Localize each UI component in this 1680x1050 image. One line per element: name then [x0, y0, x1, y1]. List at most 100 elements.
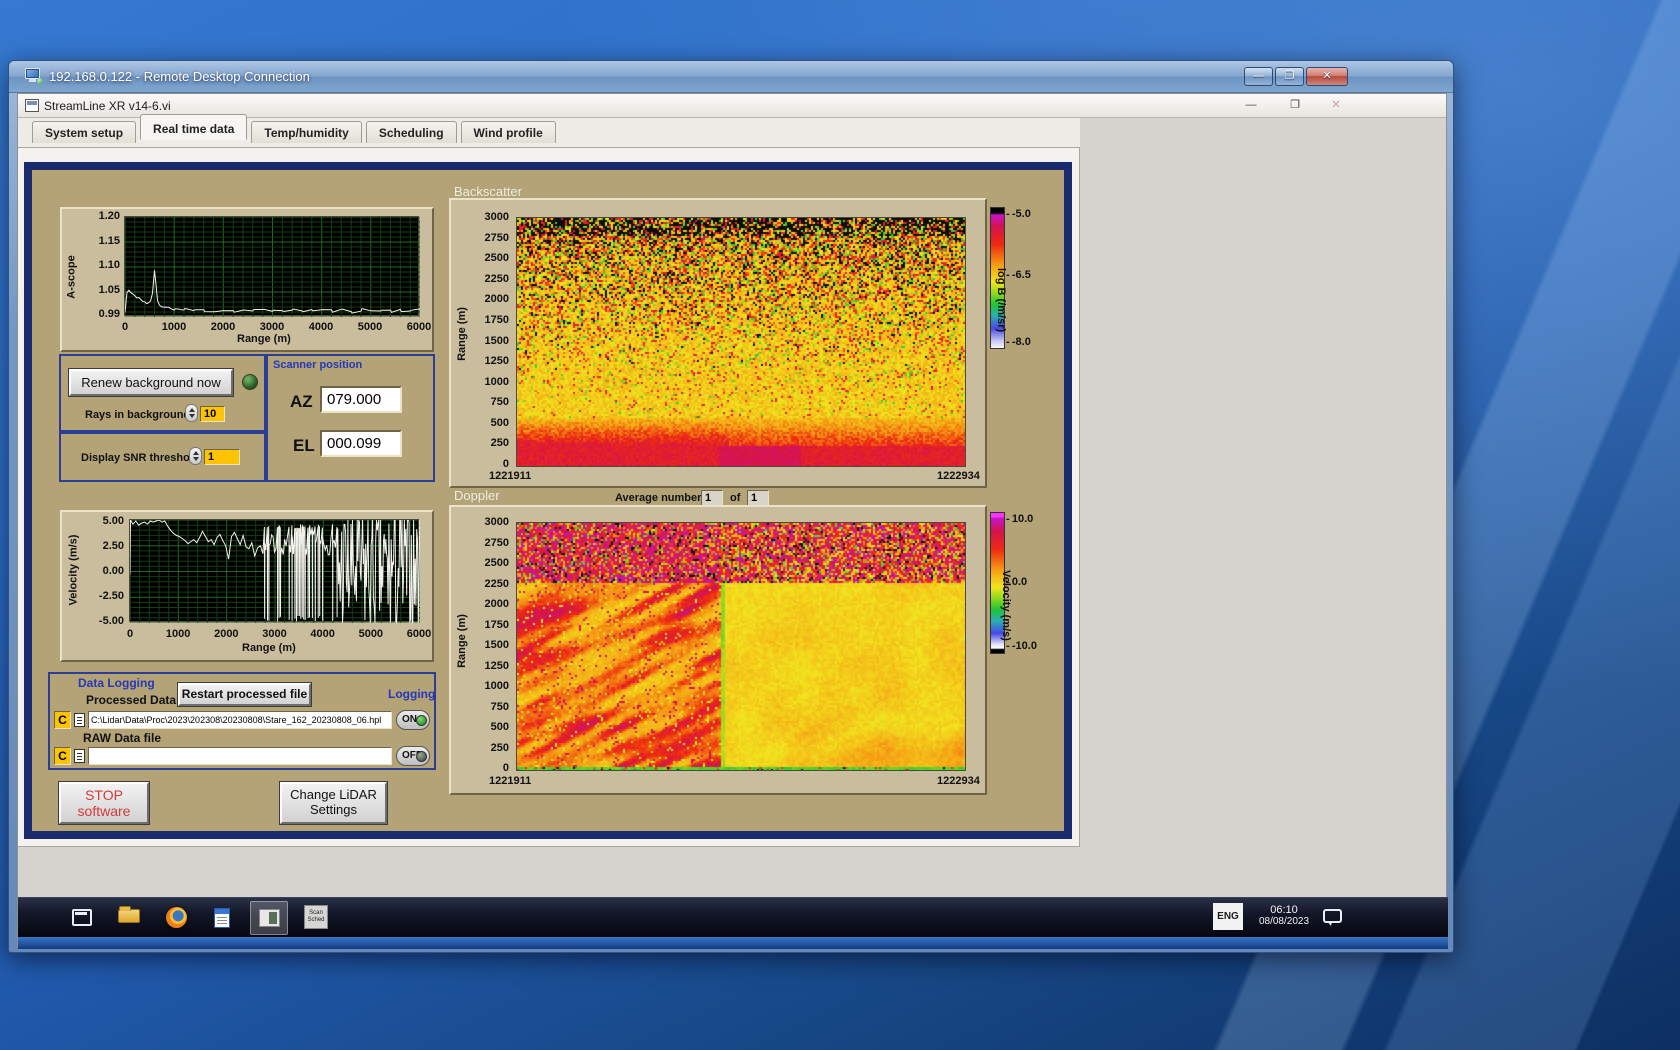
tick-label: 3000: [484, 211, 509, 223]
app-close-button[interactable]: ✕: [1321, 97, 1351, 114]
renew-background-label: Renew background now: [81, 375, 221, 390]
task-view-icon[interactable]: [72, 909, 92, 926]
tick-label: 0.00: [102, 565, 124, 577]
az-value: 079.000: [327, 391, 382, 408]
tick-label: 2250: [484, 577, 509, 590]
raw-drive-button[interactable]: C: [54, 747, 71, 765]
tabpage-real-time-data: A-scope 1.20 1.15 1.10 1.05 0.99 0 1000 2000 30…: [18, 148, 1080, 847]
app-minimize-button[interactable]: —: [1236, 97, 1266, 114]
rdp-maximize-button[interactable]: ❐: [1275, 67, 1304, 86]
tab-scheduling[interactable]: Scheduling: [365, 121, 457, 143]
raw-data-file-label: RAW Data file: [83, 731, 162, 745]
language-indicator[interactable]: ENG: [1213, 903, 1243, 930]
rdp-computer-icon: [25, 68, 43, 84]
notification-icon[interactable]: [1323, 909, 1342, 926]
tick-label: 1000: [161, 321, 187, 333]
restart-processed-file-label: Restart processed file: [181, 687, 308, 701]
raw-browse-icon[interactable]: [74, 749, 85, 763]
tick-label: 4000: [310, 628, 335, 640]
change-lidar-settings-button[interactable]: Change LiDAR Settings: [279, 781, 388, 825]
colorbar-tick: - -10.0: [1006, 640, 1037, 652]
maximize-icon: ❐: [1284, 70, 1295, 82]
tick-label: 2.50: [102, 540, 124, 552]
tick-label: 2000: [214, 628, 239, 640]
rays-in-background-label: Rays in background: [85, 409, 191, 421]
rdp-close-button[interactable]: ✕: [1306, 67, 1348, 86]
tick-label: 3000: [262, 628, 287, 640]
scan-scheduler-icon[interactable]: Scan Sched: [304, 905, 328, 929]
el-value: 000.099: [327, 435, 382, 452]
backscatter-x-left: 1221911: [489, 470, 532, 482]
rdp-minimize-button[interactable]: —: [1244, 67, 1273, 86]
velocity-graph-bezel: Velocity (m/s) 5.00 2.50 0.00 -2.50 -5.00 0 1…: [60, 510, 434, 662]
processed-logging-toggle[interactable]: ON: [396, 710, 430, 730]
rays-value: 10: [204, 408, 217, 420]
tick-label: 1000: [484, 375, 509, 388]
doppler-heatmap: [516, 522, 966, 771]
az-value-field[interactable]: 079.000: [320, 386, 402, 413]
background-group: Renew background now Rays in background …: [59, 354, 266, 432]
minimize-icon: —: [1253, 70, 1264, 82]
processed-path-field[interactable]: C:\Lidar\Data\Proc\2023\202308\20230808\…: [88, 711, 392, 729]
taskbar-clock[interactable]: 06:10 08/08/2023: [1251, 904, 1317, 927]
tick-label: 1750: [484, 313, 509, 326]
restart-processed-file-button[interactable]: Restart processed file: [177, 682, 312, 707]
rays-spinner[interactable]: [185, 404, 198, 422]
ascope-plot: [124, 216, 420, 317]
tab-temp-humidity[interactable]: Temp/humidity: [251, 121, 362, 143]
snr-value-field[interactable]: 1: [204, 449, 240, 465]
raw-logging-toggle[interactable]: OFF: [396, 746, 430, 766]
snr-group: Display SNR threshold 1: [59, 432, 266, 482]
tick-label: 1500: [484, 639, 509, 651]
el-value-field[interactable]: 000.099: [320, 430, 402, 457]
tick-label: 0: [126, 628, 134, 640]
processed-browse-icon[interactable]: [74, 713, 85, 727]
rdp-titlebar[interactable]: 192.168.0.122 - Remote Desktop Connectio…: [9, 61, 1453, 93]
doppler-bezel: Range (m) 3000 2750 2500 2250 2000 1750 1500 12…: [449, 505, 987, 795]
firefox-icon[interactable]: [166, 907, 187, 928]
tick-label: 0: [121, 321, 129, 333]
el-label: EL: [293, 436, 315, 455]
tab-wind-profile[interactable]: Wind profile: [460, 121, 556, 143]
document-icon[interactable]: [214, 908, 230, 928]
active-app-button[interactable]: [250, 901, 288, 935]
tab-real-time-data[interactable]: Real time data: [140, 114, 248, 140]
active-app-icon: [259, 909, 280, 927]
rdp-window: 192.168.0.122 - Remote Desktop Connectio…: [8, 60, 1454, 953]
tick-label: 2000: [484, 293, 509, 306]
tick-label: 0: [502, 762, 509, 774]
tick-label: 0: [502, 458, 509, 470]
drive-letter: C: [58, 713, 67, 727]
tick-label: 4000: [308, 321, 334, 333]
tick-label: 1500: [484, 334, 509, 347]
app-window: StreamLine XR v14-6.vi — ❐ ✕ System setu…: [17, 93, 1448, 949]
raw-path-field[interactable]: [88, 747, 392, 765]
snr-spinner[interactable]: [189, 447, 202, 465]
tick-label: 250: [490, 437, 509, 450]
app-maximize-button[interactable]: ❐: [1280, 97, 1310, 114]
rdp-window-title: 192.168.0.122 - Remote Desktop Connectio…: [49, 69, 310, 84]
colorbar-tick: - -5.0: [1006, 208, 1031, 220]
average-of-value: 1: [751, 492, 758, 504]
renew-background-button[interactable]: Renew background now: [68, 368, 234, 397]
folder-icon[interactable]: [118, 905, 140, 923]
data-logging-title: Data Logging: [78, 676, 155, 690]
panel-frame: A-scope 1.20 1.15 1.10 1.05 0.99 0 1000 2000 30…: [24, 162, 1072, 839]
tick-label: 750: [490, 700, 509, 713]
scan-line1: Scan: [309, 910, 323, 916]
backscatter-colorbar-label: log B (/m/sr): [995, 268, 1007, 333]
tick-label: 750: [490, 396, 509, 409]
az-label: AZ: [290, 392, 313, 411]
tick-label: 2500: [484, 557, 509, 569]
tick-label: 500: [490, 416, 509, 429]
tab-system-setup[interactable]: System setup: [32, 121, 137, 143]
data-logging-group: Data Logging Processed Data file Restart…: [48, 672, 436, 770]
stop-line2: software: [77, 803, 131, 819]
tick-label: 0.99: [98, 308, 120, 320]
rdp-desktop-bottom-strip: [18, 937, 1448, 949]
stop-software-button[interactable]: STOP software: [58, 781, 150, 825]
tick-label: 1.05: [98, 283, 120, 296]
clock-date: 08/08/2023: [1258, 916, 1310, 927]
rays-value-field[interactable]: 10: [200, 406, 225, 422]
processed-drive-button[interactable]: C: [54, 711, 71, 729]
